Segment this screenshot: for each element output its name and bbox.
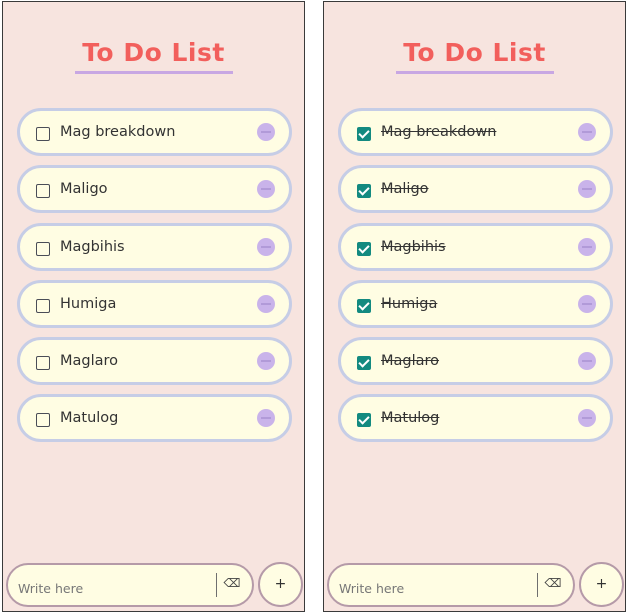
todo-checkbox[interactable] — [36, 413, 50, 428]
todo-label: Mag breakdown — [381, 124, 497, 140]
remove-item-button[interactable] — [578, 237, 596, 256]
remove-item-button[interactable] — [257, 352, 275, 371]
todo-label: Humiga — [381, 295, 438, 312]
todo-label: Matulog — [381, 410, 440, 427]
remove-item-button[interactable] — [578, 409, 596, 428]
new-task-input-wrapper: ⌫ — [6, 563, 254, 607]
todo-label: Magbihis — [60, 238, 125, 255]
todo-checkbox[interactable] — [357, 413, 371, 428]
todo-label: Maligo — [381, 181, 429, 198]
remove-item-button[interactable] — [578, 294, 596, 313]
todo-panel-checked: To Do List Mag breakdown Maligo Magbihis… — [323, 1, 626, 612]
new-task-input[interactable] — [339, 577, 529, 599]
todo-item: Maglaro — [338, 337, 613, 386]
title-underline — [75, 71, 233, 74]
backspace-icon[interactable]: ⌫ — [543, 575, 563, 591]
todo-label: Matulog — [60, 410, 119, 427]
app-title: To Do List — [403, 38, 546, 67]
remove-item-button[interactable] — [578, 352, 596, 371]
todo-item: Matulog — [338, 394, 613, 443]
screenshot-stage: To Do List Mag breakdown Maligo Magbihis… — [0, 0, 629, 615]
input-divider — [537, 573, 538, 597]
todo-label: Maglaro — [60, 353, 119, 370]
new-task-input-wrapper: ⌫ — [327, 563, 575, 607]
todo-panel-unchecked: To Do List Mag breakdown Maligo Magbihis… — [2, 1, 305, 612]
backspace-icon[interactable]: ⌫ — [222, 575, 242, 591]
remove-item-button[interactable] — [578, 123, 596, 141]
input-divider — [216, 573, 217, 597]
remove-item-button[interactable] — [257, 123, 275, 141]
todo-label: Magbihis — [381, 238, 446, 255]
title-underline — [396, 71, 554, 74]
todo-label: Mag breakdown — [60, 124, 176, 140]
remove-item-button[interactable] — [257, 180, 275, 199]
todo-item: Maglaro — [17, 337, 292, 386]
todo-list: Mag breakdown Maligo Magbihis Humiga Mag — [338, 108, 613, 452]
todo-label: Maligo — [60, 181, 108, 198]
todo-item: Humiga — [338, 279, 613, 328]
todo-checkbox[interactable] — [36, 241, 50, 256]
todo-checkbox[interactable] — [357, 356, 371, 371]
todo-item: Maligo — [17, 165, 292, 214]
remove-item-button[interactable] — [578, 180, 596, 199]
todo-item: Humiga — [17, 279, 292, 328]
add-task-button[interactable]: + — [258, 562, 303, 607]
todo-checkbox[interactable] — [36, 127, 50, 141]
app-title: To Do List — [82, 38, 225, 67]
todo-list: Mag breakdown Maligo Magbihis Humiga Mag — [17, 108, 292, 452]
todo-item: Matulog — [17, 394, 292, 443]
new-task-input[interactable] — [18, 577, 208, 599]
add-task-button[interactable]: + — [579, 562, 624, 607]
todo-label: Maglaro — [381, 353, 440, 370]
todo-checkbox[interactable] — [357, 298, 371, 313]
todo-label: Humiga — [60, 295, 117, 312]
todo-checkbox[interactable] — [36, 184, 50, 199]
todo-item: Maligo — [338, 165, 613, 214]
todo-checkbox[interactable] — [357, 127, 371, 141]
todo-item: Magbihis — [338, 222, 613, 271]
todo-checkbox[interactable] — [36, 356, 50, 371]
todo-item: Mag breakdown — [17, 108, 292, 156]
todo-checkbox[interactable] — [36, 298, 50, 313]
remove-item-button[interactable] — [257, 294, 275, 313]
todo-item: Magbihis — [17, 222, 292, 271]
remove-item-button[interactable] — [257, 237, 275, 256]
remove-item-button[interactable] — [257, 409, 275, 428]
todo-checkbox[interactable] — [357, 184, 371, 199]
todo-checkbox[interactable] — [357, 241, 371, 256]
todo-item: Mag breakdown — [338, 108, 613, 156]
